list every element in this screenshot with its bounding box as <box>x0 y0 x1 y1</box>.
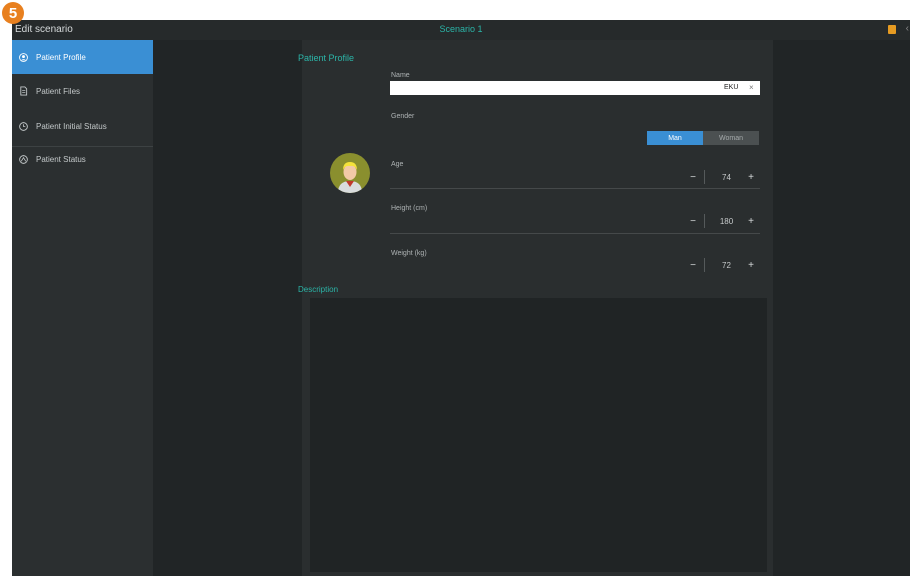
height-increment-button[interactable]: + <box>744 216 758 227</box>
section-title-description: Description <box>298 285 339 294</box>
age-decrement-button[interactable]: − <box>686 172 700 183</box>
stepper-separator <box>704 258 705 272</box>
height-decrement-button[interactable]: − <box>686 216 700 227</box>
sidebar-item-patient-status[interactable]: Patient Status <box>12 142 153 176</box>
clock-icon <box>19 121 28 131</box>
sidebar-item-label: Patient Status <box>36 154 86 164</box>
height-label: Height (cm) <box>391 205 428 212</box>
gender-toggle: Man Woman <box>647 131 759 145</box>
name-input[interactable] <box>390 81 760 95</box>
section-title-patient-profile: Patient Profile <box>298 53 355 63</box>
profile-panel: Patient Profile Name EKU × Gender Man Wo… <box>298 40 773 576</box>
age-value[interactable]: 74 <box>709 173 744 182</box>
step-badge: 5 <box>2 2 24 24</box>
gender-man-button[interactable]: Man <box>647 131 703 145</box>
height-value[interactable]: 180 <box>709 217 744 226</box>
keyboard-indicator: EKU <box>724 84 739 91</box>
files-icon <box>19 86 28 96</box>
gender-woman-button[interactable]: Woman <box>703 131 759 145</box>
weight-label: Weight (kg) <box>391 250 427 257</box>
scenario-name: Scenario 1 <box>439 24 483 34</box>
sidebar-item-label: Patient Files <box>36 86 81 96</box>
name-label: Name <box>391 72 410 79</box>
sidebar-item-label: Patient Initial Status <box>36 121 107 131</box>
sidebar-item-patient-profile[interactable]: Patient Profile <box>12 40 153 74</box>
weight-stepper: − 72 + <box>686 258 758 272</box>
stepper-separator <box>704 214 705 228</box>
stepper-separator <box>704 170 705 184</box>
age-label: Age <box>391 161 404 168</box>
left-panel <box>153 40 302 576</box>
sidebar-item-patient-files[interactable]: Patient Files <box>12 74 153 108</box>
weight-value[interactable]: 72 <box>709 261 744 270</box>
right-panel <box>773 40 910 576</box>
patient-avatar[interactable] <box>330 153 370 193</box>
weight-decrement-button[interactable]: − <box>686 260 700 271</box>
height-stepper: − 180 + <box>686 214 758 228</box>
divider <box>390 188 760 189</box>
top-bar: Edit scenario Scenario 1 ‹ <box>12 20 910 40</box>
description-textarea[interactable] <box>310 298 767 572</box>
sidebar-item-patient-initial-status[interactable]: Patient Initial Status <box>12 109 153 143</box>
user-icon <box>19 52 28 62</box>
age-increment-button[interactable]: + <box>744 172 758 183</box>
sidebar: Patient Profile Patient Files Patient In… <box>12 40 153 576</box>
clear-icon[interactable]: × <box>749 83 754 92</box>
more-icon[interactable]: ‹ <box>906 23 909 34</box>
save-icon[interactable] <box>888 25 896 34</box>
divider <box>390 233 760 234</box>
age-stepper: − 74 + <box>686 170 758 184</box>
weight-increment-button[interactable]: + <box>744 260 758 271</box>
status-icon <box>19 154 28 164</box>
sidebar-item-label: Patient Profile <box>36 52 86 62</box>
gender-label: Gender <box>391 113 415 120</box>
